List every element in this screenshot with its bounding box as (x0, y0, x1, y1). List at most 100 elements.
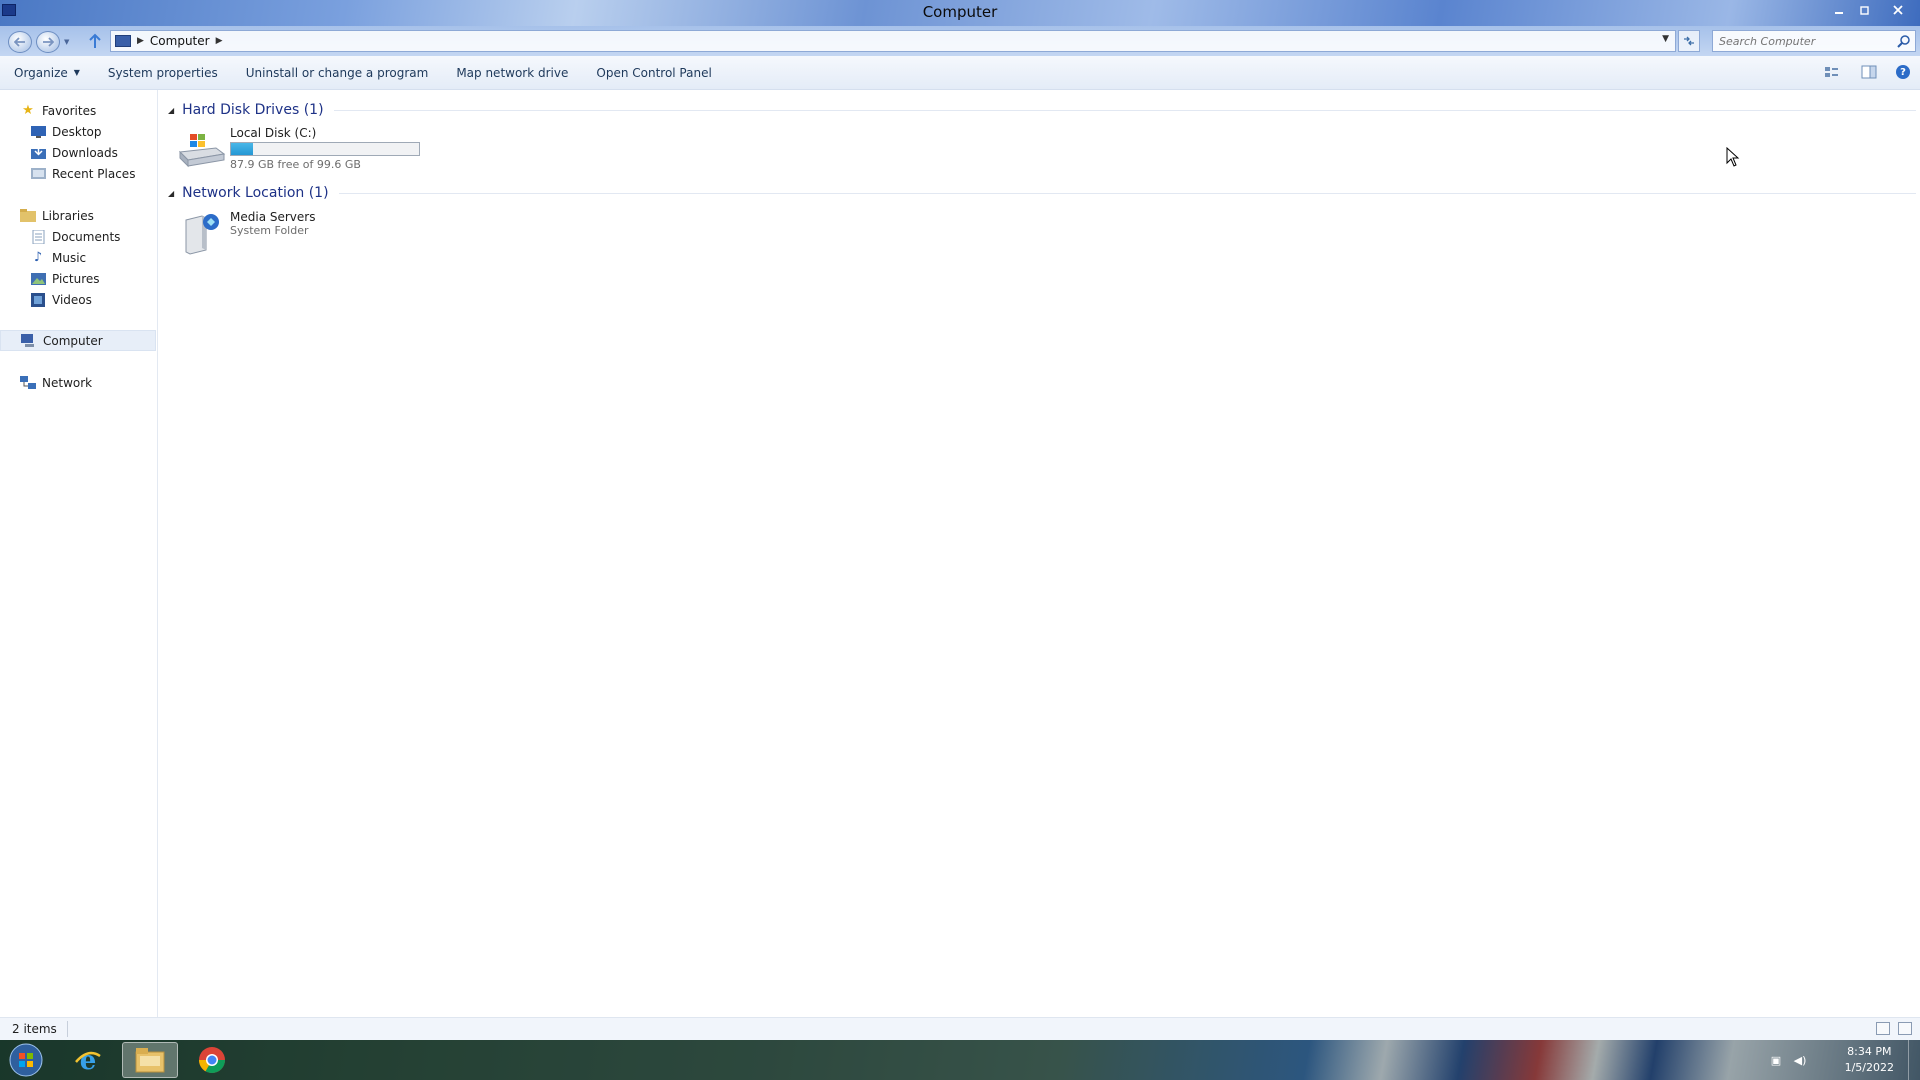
up-button[interactable] (88, 33, 102, 49)
window-title: Computer (922, 3, 998, 21)
start-button[interactable] (6, 1042, 46, 1078)
nav-desktop[interactable]: Desktop (0, 121, 156, 142)
volume-icon[interactable]: ◀) (1792, 1053, 1808, 1067)
nav-music[interactable]: ♪ Music (0, 247, 156, 268)
organize-button[interactable]: Organize ▼ (0, 62, 94, 84)
mouse-cursor-icon (1726, 147, 1740, 167)
command-bar: Organize ▼ System properties Uninstall o… (0, 56, 1920, 90)
item-count: 2 items (0, 1021, 68, 1037)
hard-disk-group-title: Hard Disk Drives (1) (182, 102, 324, 118)
clock-date: 1/5/2022 (1844, 1061, 1894, 1074)
forward-button[interactable] (36, 31, 60, 53)
back-button[interactable] (8, 31, 32, 53)
window-controls (1826, 0, 1918, 20)
close-button[interactable] (1878, 0, 1918, 20)
network-status-icon[interactable]: ▣ (1768, 1053, 1784, 1067)
nav-favorites[interactable]: ★ Favorites (0, 100, 156, 121)
help-icon[interactable]: ? (1896, 65, 1910, 79)
nav-network[interactable]: Network (0, 372, 156, 393)
show-desktop-button[interactable] (1908, 1040, 1920, 1080)
network-icon (20, 375, 36, 390)
title-bar: Computer (0, 0, 1920, 26)
command-bar-right: ? (1824, 64, 1910, 80)
back-arrow-icon (14, 37, 25, 47)
open-control-panel-button[interactable]: Open Control Panel (582, 62, 725, 84)
nav-documents[interactable]: Documents (0, 226, 156, 247)
system-tray: ▣ ◀) 8:34 PM 1/5/2022 (1760, 1040, 1920, 1080)
search-box[interactable] (1712, 30, 1916, 52)
address-row: ▼ ▶ Computer ▶ ▼ (0, 26, 1920, 56)
library-icon (20, 209, 36, 223)
chrome-taskbar-button[interactable] (184, 1042, 240, 1078)
documents-icon (30, 229, 46, 244)
nav-network-label: Network (42, 375, 93, 390)
status-bar: 2 items (0, 1017, 1920, 1040)
organize-chevron-down-icon: ▼ (73, 68, 80, 77)
breadcrumb-separator-icon[interactable]: ▶ (137, 36, 144, 46)
breadcrumb-computer[interactable]: Computer (150, 34, 210, 48)
clock[interactable]: 8:34 PM 1/5/2022 (1845, 1044, 1894, 1076)
videos-icon (30, 292, 46, 307)
network-location-group-header[interactable]: ◢ Network Location (1) (168, 183, 1916, 203)
nav-videos-label: Videos (52, 292, 92, 307)
view-options-icon (1825, 67, 1838, 77)
nav-recent-places-label: Recent Places (52, 166, 136, 181)
system-properties-button[interactable]: System properties (94, 62, 232, 84)
local-disk-name: Local Disk (C:) (230, 126, 317, 140)
nav-pictures-label: Pictures (52, 271, 100, 286)
group-divider (338, 192, 1916, 194)
address-bar[interactable]: ▶ Computer ▶ ▼ (110, 30, 1676, 52)
content-area: ◢ Hard Disk Drives (1) Local Disk (C:) 8… (160, 90, 1920, 1017)
details-view-icon[interactable] (1876, 1022, 1890, 1035)
clock-time: 8:34 PM (1847, 1045, 1892, 1058)
restore-button[interactable] (1852, 0, 1878, 20)
windows-explorer-taskbar-button[interactable] (122, 1042, 178, 1078)
nav-downloads[interactable]: Downloads (0, 142, 156, 163)
disk-capacity-fill (231, 143, 253, 155)
media-server-icon (185, 214, 219, 255)
pictures-icon (30, 272, 46, 286)
nav-favorites-label: Favorites (42, 103, 97, 118)
collapse-triangle-icon[interactable]: ◢ (168, 189, 174, 198)
preview-pane-button[interactable] (1860, 64, 1878, 80)
nav-documents-label: Documents (52, 229, 121, 244)
minimize-icon (1835, 12, 1843, 14)
breadcrumb-chevron-icon[interactable]: ▶ (216, 36, 223, 46)
disk-capacity-bar (230, 142, 420, 156)
hard-disk-group-header[interactable]: ◢ Hard Disk Drives (1) (168, 100, 1916, 120)
minimize-button[interactable] (1826, 0, 1852, 20)
nav-videos[interactable]: Videos (0, 289, 156, 310)
desktop-icon (30, 125, 46, 139)
recent-pages-chevron-icon[interactable]: ▼ (64, 38, 69, 46)
organize-label: Organize (14, 65, 68, 80)
internet-explorer-taskbar-button[interactable]: e (60, 1042, 116, 1078)
collapse-triangle-icon[interactable]: ◢ (168, 106, 174, 115)
nav-recent-places[interactable]: Recent Places (0, 163, 156, 184)
media-servers-info: Media Servers System Folder (230, 210, 315, 237)
windows-logo-icon (9, 1043, 43, 1077)
map-network-drive-button[interactable]: Map network drive (442, 62, 582, 84)
taskbar: e ▣ ◀) 8:34 PM 1/5/2022 (0, 1040, 1920, 1080)
media-servers-item[interactable]: Media Servers System Folder (176, 210, 315, 256)
close-icon (1893, 5, 1903, 15)
media-servers-name: Media Servers (230, 210, 316, 224)
nav-libraries[interactable]: Libraries (0, 205, 156, 226)
large-icons-view-icon[interactable] (1898, 1022, 1912, 1035)
preview-pane-icon (1861, 65, 1877, 79)
nav-computer[interactable]: Computer (0, 330, 156, 351)
local-disk-free-space: 87.9 GB free of 99.6 GB (230, 158, 361, 171)
recent-places-icon (30, 167, 46, 181)
internet-explorer-icon: e (75, 1046, 101, 1076)
music-icon: ♪ (33, 250, 43, 265)
address-history-chevron-icon[interactable]: ▼ (1662, 34, 1669, 44)
local-disk-item[interactable]: Local Disk (C:) 87.9 GB free of 99.6 GB (176, 126, 420, 172)
up-arrow-icon (89, 33, 101, 48)
change-view-button[interactable] (1824, 64, 1842, 80)
nav-pictures[interactable]: Pictures (0, 268, 156, 289)
uninstall-program-button[interactable]: Uninstall or change a program (232, 62, 443, 84)
restore-icon (1860, 6, 1869, 15)
refresh-button[interactable] (1678, 30, 1700, 52)
local-disk-info: Local Disk (C:) 87.9 GB free of 99.6 GB (230, 126, 420, 171)
search-icon[interactable] (1897, 34, 1911, 48)
search-input[interactable] (1719, 34, 1889, 48)
